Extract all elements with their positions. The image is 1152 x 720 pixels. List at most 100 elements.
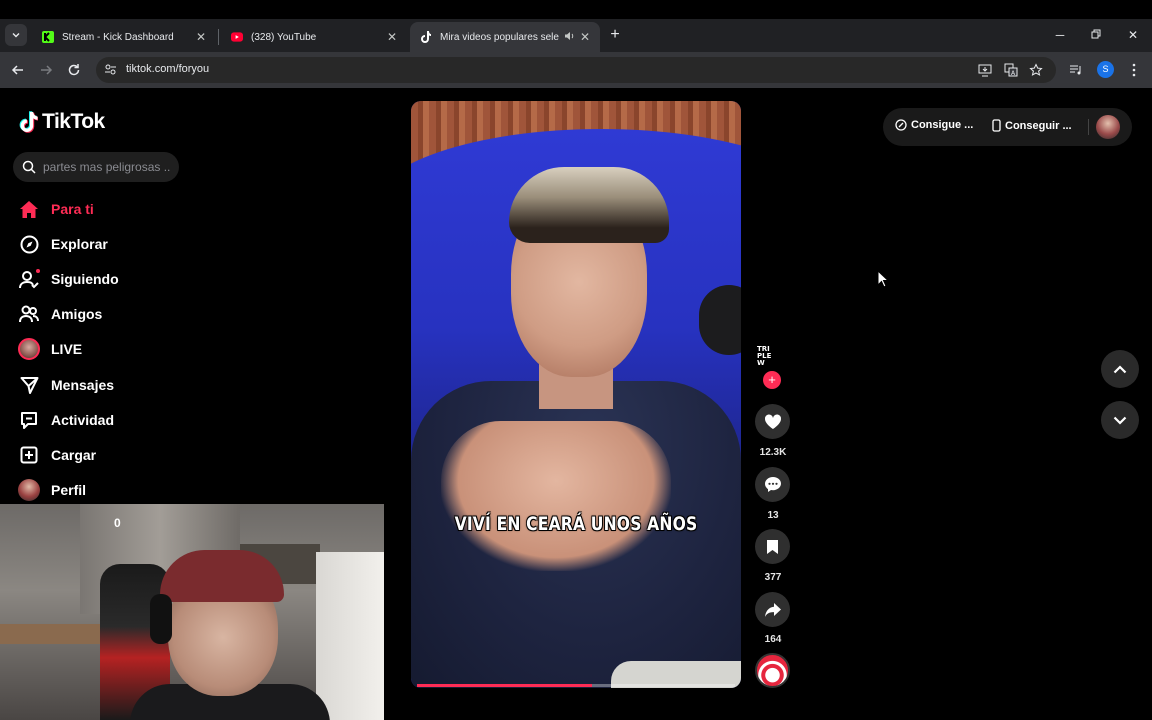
nav-live[interactable]: LIVE [18,334,82,364]
nav-label: Para ti [51,201,94,217]
tab-youtube[interactable]: (328) YouTube ✕ [221,22,407,52]
comment-button[interactable] [755,467,790,502]
bookmark-icon [767,539,778,554]
browser-tab-bar: Stream - Kick Dashboard ✕ (328) YouTube … [0,0,1152,52]
music-disc[interactable] [755,653,790,688]
nav-label: Explorar [51,236,108,252]
tab-title: Mira videos populares sele [440,31,559,43]
friends-icon [18,303,40,325]
coin-icon [895,119,907,131]
install-app-icon[interactable] [976,61,994,79]
heart-icon [764,413,781,429]
webcam-headset [150,594,172,644]
nav-actividad[interactable]: Actividad [18,405,114,435]
youtube-icon [231,31,243,43]
video-player[interactable]: VIVÍ EN CEARÁ UNOS AÑOS [411,101,741,688]
nav-label: Siguiendo [51,271,119,287]
save-count: 377 [764,572,782,583]
tiktok-icon [420,31,432,43]
search-input[interactable] [43,160,171,174]
compass-icon [18,233,40,255]
video-caption: VIVÍ EN CEARÁ UNOS AÑOS [454,513,698,535]
translate-icon[interactable]: A [1002,61,1020,79]
webcam-cap [160,550,284,602]
get-app-button[interactable]: Conseguir ... [992,119,1072,132]
nav-amigos[interactable]: Amigos [18,299,102,329]
share-button[interactable] [755,592,790,627]
kebab-menu-icon[interactable] [1125,61,1143,79]
webcam-overlay: 0 [0,504,384,720]
arrow-right-icon [41,65,53,75]
home-icon [18,198,40,220]
tiktok-logo[interactable]: TikTok [18,110,105,134]
previous-video-button[interactable] [1101,350,1139,388]
video-progress-fill [417,684,592,687]
nav-explorar[interactable]: Explorar [18,229,108,259]
tab-separator [218,29,219,45]
next-video-button[interactable] [1101,401,1139,439]
follow-button[interactable]: + [763,371,781,389]
messages-icon [18,374,40,396]
close-icon[interactable]: ✕ [578,30,592,44]
bookmark-star-icon[interactable] [1027,61,1045,79]
video-person-hands [441,421,671,571]
address-bar[interactable]: tiktok.com/foryou [96,57,1056,83]
tab-search-button[interactable] [5,24,27,46]
url-text: tiktok.com/foryou [126,63,210,75]
webcam-overlay-text: 0 [114,516,121,530]
profile-avatar [18,479,40,501]
live-avatar [18,338,40,360]
nav-para-ti[interactable]: Para ti [18,194,94,224]
kick-icon [42,31,54,43]
author-badge-line: W [757,359,765,367]
reload-button[interactable] [64,60,84,80]
video-progress-bar[interactable] [417,684,735,687]
close-icon[interactable]: ✕ [385,30,399,44]
share-icon [764,602,781,617]
tab-kick[interactable]: Stream - Kick Dashboard ✕ [32,22,216,52]
reload-icon [68,64,80,76]
close-icon[interactable]: ✕ [194,30,208,44]
nav-label: Perfil [51,482,87,498]
nav-mensajes[interactable]: Mensajes [18,370,114,400]
nav-cargar[interactable]: Cargar [18,440,96,470]
minimize-icon[interactable]: ─ [1052,27,1068,43]
forward-button[interactable] [36,60,56,80]
close-window-icon[interactable]: ✕ [1125,27,1141,43]
get-app-label: Conseguir ... [1005,119,1072,132]
webcam-fridge [316,552,384,720]
user-avatar[interactable] [1096,115,1120,139]
get-coins-label: Consigue ... [911,119,974,131]
activity-icon [18,409,40,431]
notification-dot [36,269,40,273]
browser-toolbar: tiktok.com/foryou A [0,52,1152,88]
new-tab-button[interactable]: + [605,26,625,46]
nav-label: Amigos [51,306,103,322]
nav-label: LIVE [51,341,83,357]
nav-label: Actividad [51,412,115,428]
comment-icon [764,477,781,492]
nav-perfil[interactable]: Perfil [18,475,86,505]
get-coins-button[interactable]: Consigue ... [895,119,973,131]
site-settings-icon[interactable] [104,63,117,81]
tab-tiktok[interactable]: Mira videos populares sele ✕ [410,22,600,52]
tab-title: (328) YouTube [251,31,317,43]
nav-label: Cargar [51,447,97,463]
chevron-up-icon [1113,364,1127,373]
upload-icon [18,444,40,466]
search-box[interactable] [13,152,179,182]
media-controls-icon[interactable] [1067,61,1085,79]
like-button[interactable] [755,404,790,439]
profile-avatar-button[interactable]: S [1097,61,1114,78]
save-button[interactable] [755,529,790,564]
tab-title: Stream - Kick Dashboard [62,31,174,43]
chevron-down-icon [1113,416,1127,425]
nav-siguiendo[interactable]: Siguiendo [18,264,119,294]
speaker-icon[interactable] [560,30,578,44]
back-button[interactable] [8,60,28,80]
video-microphone [699,285,741,355]
brand-wordmark: TikTok [42,110,105,133]
restore-icon[interactable] [1088,27,1104,43]
tiktok-icon [19,111,38,133]
phone-icon [992,119,1001,132]
